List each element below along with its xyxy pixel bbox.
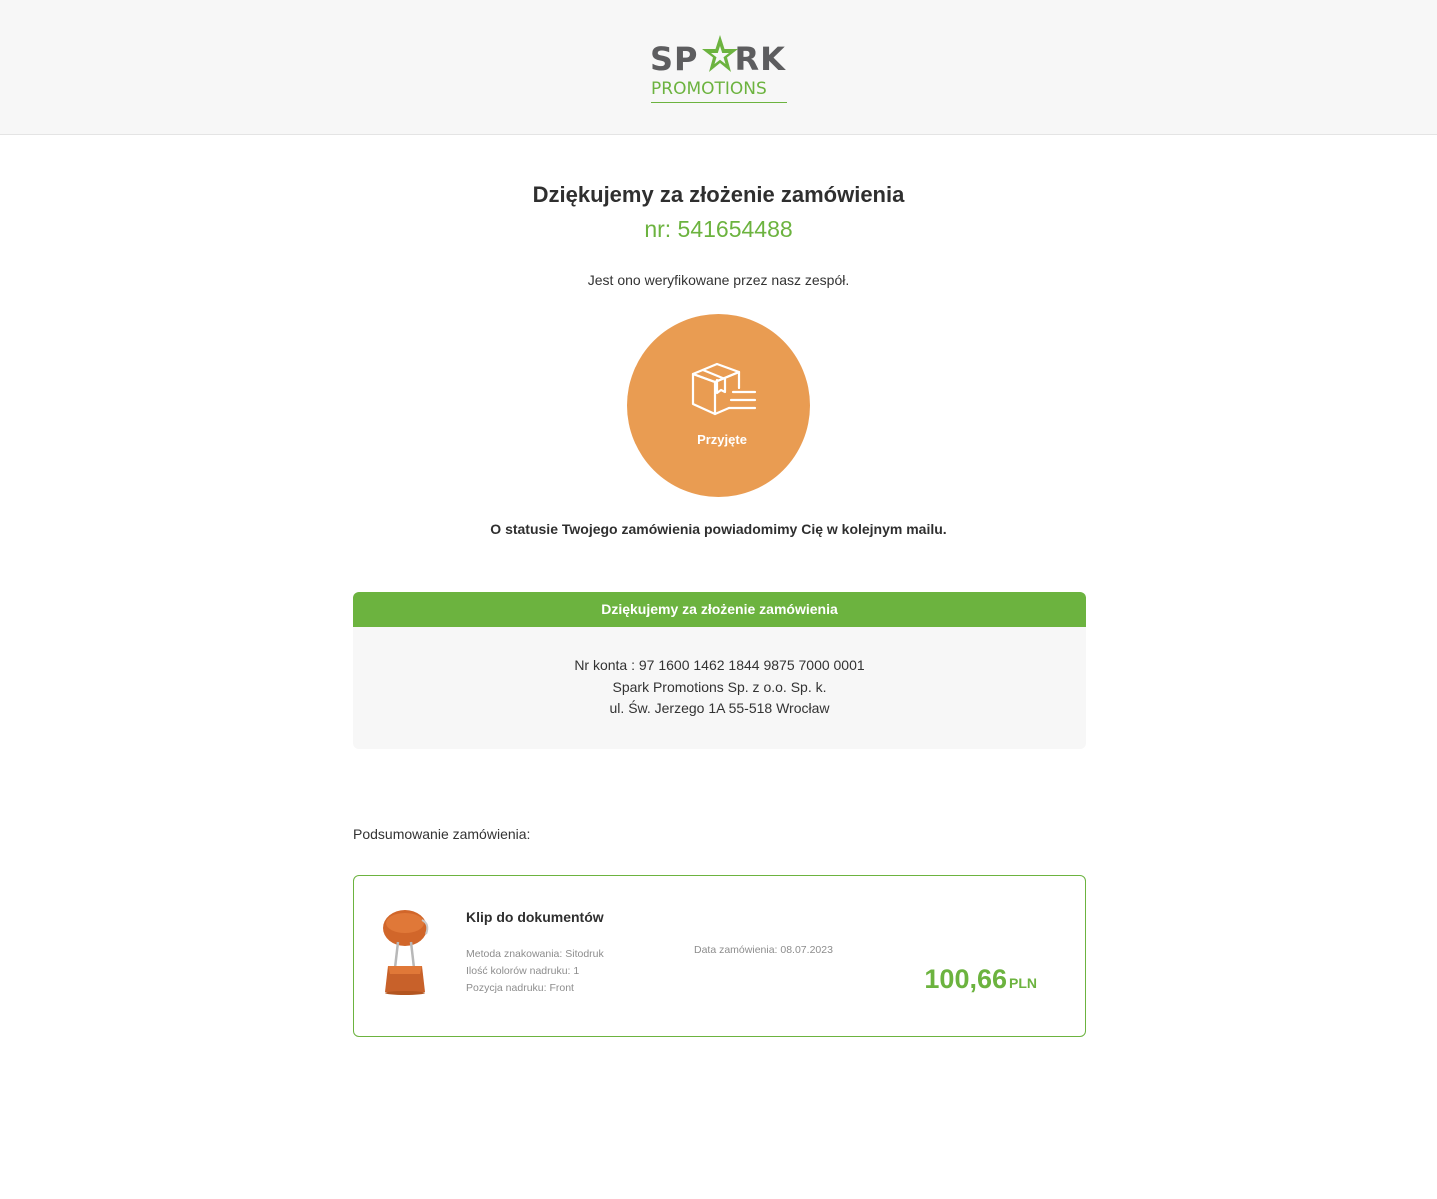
- page-header: SP RK PROMOTIONS: [0, 0, 1437, 135]
- payment-info-box: Dziękujemy za złożenie zamówienia Nr kon…: [353, 592, 1086, 749]
- notification-text: O statusie Twojego zamówienia powiadomim…: [490, 521, 947, 537]
- star-icon: [702, 35, 738, 72]
- product-name: Klip do dokumentów: [466, 909, 604, 925]
- logo-text-right: RK: [734, 40, 786, 78]
- verification-text: Jest ono weryfikowane przez nasz zespół.: [587, 272, 850, 288]
- price-currency: PLN: [1009, 975, 1037, 991]
- binder-clip-image: [383, 910, 429, 995]
- product-price: 100,66 PLN: [924, 964, 1037, 995]
- order-date: Data zamówienia: 08.07.2023: [694, 944, 833, 956]
- company-address-line: ul. Św. Jerzego 1A 55-518 Wrocław: [609, 700, 830, 716]
- payment-info-body: Nr konta : 97 1600 1462 1844 9875 7000 0…: [353, 627, 1086, 720]
- company-name-line: Spark Promotions Sp. z o.o. Sp. k.: [612, 678, 827, 695]
- order-number: nr: 541654488: [644, 216, 793, 242]
- order-status-badge: Przyjęte: [627, 314, 810, 497]
- price-amount: 100,66: [924, 964, 1007, 994]
- page-title: Dziękujemy za złożenie zamówienia: [532, 182, 905, 207]
- spark-promotions-logo[interactable]: SP RK PROMOTIONS: [650, 34, 790, 106]
- marking-method: Metoda znakowania: Sitodruk: [466, 948, 604, 960]
- print-color-count: Ilość kolorów nadruku: 1: [466, 965, 580, 977]
- logo-wordmark-bottom: PROMOTIONS: [651, 79, 767, 99]
- package-box-icon: [691, 362, 757, 416]
- order-summary-label: Podsumowanie zamówienia:: [353, 826, 531, 842]
- logo-text-left: SP: [650, 40, 699, 78]
- bank-account-line: Nr konta : 97 1600 1462 1844 9875 7000 0…: [574, 657, 865, 673]
- status-label: Przyjęte: [697, 432, 747, 447]
- payment-info-header: Dziękujemy za złożenie zamówienia: [353, 592, 1086, 627]
- print-position: Pozycja nadruku: Front: [466, 982, 574, 994]
- order-item-card: Klip do dokumentów Metoda znakowania: Si…: [353, 875, 1086, 1037]
- logo-underline: [651, 102, 787, 103]
- product-details: Metoda znakowania: Sitodruk Ilość koloró…: [466, 946, 604, 997]
